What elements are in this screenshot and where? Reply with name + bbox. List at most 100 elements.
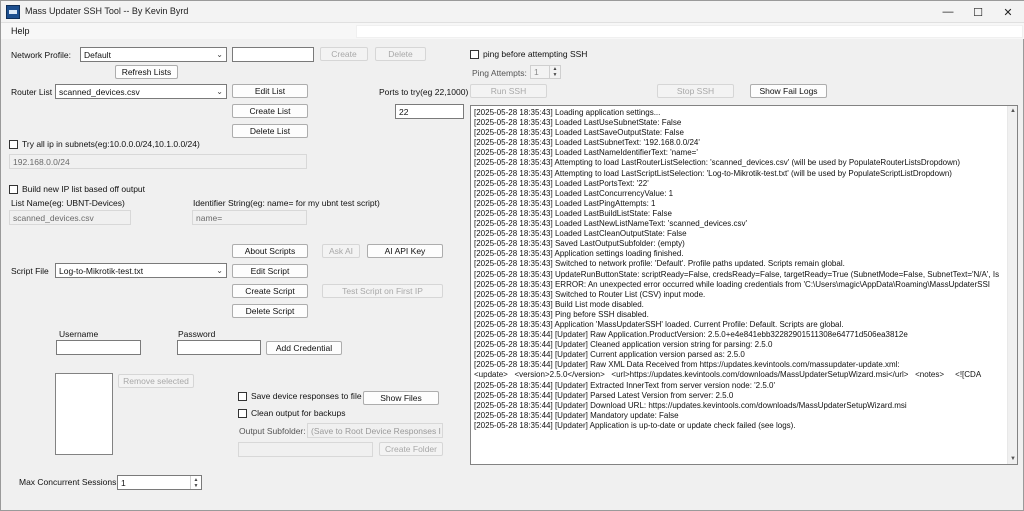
edit-list-button[interactable]: Edit List <box>232 84 308 98</box>
stepper-arrows-icon: ▲ ▼ <box>190 476 201 489</box>
chevron-down-icon: ⌄ <box>216 50 223 59</box>
build-list-checkbox-label: Build new IP list based off output <box>22 184 146 194</box>
log-line: [2025-05-28 18:35:43] Loaded LastBuildLi… <box>474 208 672 218</box>
ping-attempts-stepper[interactable]: 1 ▲ ▼ <box>530 65 561 79</box>
close-button[interactable]: ✕ <box>993 1 1023 23</box>
log-output[interactable]: [2025-05-28 18:35:43] Loading applicatio… <box>470 105 1018 465</box>
log-line: [2025-05-28 18:35:44] [Updater] Parsed L… <box>474 390 734 400</box>
log-line: [2025-05-28 18:35:43] Loading applicatio… <box>474 108 661 117</box>
log-line: <update> <version>2.5.0</version> <url>h… <box>474 370 982 380</box>
log-line: [2025-05-28 18:35:43] Build List mode di… <box>474 299 644 309</box>
log-line: [2025-05-28 18:35:43] Loaded LastNameIde… <box>474 148 698 158</box>
log-line: [2025-05-28 18:35:43] Application settin… <box>474 249 684 259</box>
list-name-input[interactable]: scanned_devices.csv <box>9 210 131 225</box>
clean-output-checkbox[interactable] <box>238 409 247 418</box>
show-files-button[interactable]: Show Files <box>363 391 439 405</box>
username-label: Username <box>59 329 99 339</box>
script-file-value: Log-to-Mikrotik-test.txt <box>59 265 144 276</box>
network-profile-value: Default <box>84 49 111 60</box>
log-line: [2025-05-28 18:35:44] [Updater] Download… <box>474 400 907 410</box>
log-line: [2025-05-28 18:35:43] Loaded LastNewList… <box>474 219 747 229</box>
identifier-input[interactable]: name= <box>192 210 307 225</box>
window-title: Mass Updater SSH Tool -- By Kevin Byrd <box>25 6 189 16</box>
log-line: [2025-05-28 18:35:44] [Updater] Raw Appl… <box>474 330 908 340</box>
log-line: [2025-05-28 18:35:43] Attempting to load… <box>474 168 952 178</box>
log-line: [2025-05-28 18:35:43] Application 'MassU… <box>474 319 844 329</box>
credentials-list[interactable] <box>55 373 113 455</box>
log-line: [2025-05-28 18:35:43] Switched to networ… <box>474 259 845 269</box>
remove-selected-button[interactable]: Remove selected <box>118 374 194 388</box>
log-line: [2025-05-28 18:35:43] Switched to Router… <box>474 289 706 299</box>
subnet-checkbox-label: Try all ip in subnets(eg:10.0.0.0/24,10.… <box>22 139 200 149</box>
log-line: [2025-05-28 18:35:44] [Updater] Mandator… <box>474 410 679 420</box>
router-list-value: scanned_devices.csv <box>59 86 140 97</box>
password-input[interactable] <box>177 340 261 355</box>
delete-list-button[interactable]: Delete List <box>232 124 308 138</box>
chevron-down-icon: ⌄ <box>216 266 223 275</box>
scroll-down-icon[interactable]: ▼ <box>1008 454 1017 464</box>
log-line: [2025-05-28 18:35:43] Loaded LastSubnetT… <box>474 138 700 148</box>
log-line: [2025-05-28 18:35:44] [Updater] Cleaned … <box>474 340 773 350</box>
delete-profile-button[interactable]: Delete <box>375 47 426 61</box>
max-concurrent-stepper[interactable]: 1 ▲ ▼ <box>117 475 202 490</box>
log-line: [2025-05-28 18:35:43] Loaded LastUseSubn… <box>474 118 682 128</box>
log-line: [2025-05-28 18:35:43] UpdateRunButtonSta… <box>474 269 1000 279</box>
log-line: [2025-05-28 18:35:43] Saved LastOutputSu… <box>474 239 685 249</box>
new-folder-input[interactable] <box>238 442 373 457</box>
save-responses-label: Save device responses to file <box>251 391 362 401</box>
log-line: [2025-05-28 18:35:44] [Updater] Raw XML … <box>474 360 900 370</box>
clean-output-label: Clean output for backups <box>251 408 346 418</box>
log-lines: [2025-05-28 18:35:43] Loading applicatio… <box>474 108 1005 431</box>
stop-ssh-button[interactable]: Stop SSH <box>657 84 734 98</box>
identifier-label: Identifier String(eg: name= for my ubnt … <box>193 198 380 208</box>
about-scripts-button[interactable]: About Scripts <box>232 244 308 258</box>
ping-attempts-label: Ping Attempts: <box>472 68 527 78</box>
build-list-checkbox[interactable] <box>9 185 18 194</box>
max-concurrent-value: 1 <box>121 477 126 488</box>
show-fail-logs-button[interactable]: Show Fail Logs <box>750 84 827 98</box>
log-line: [2025-05-28 18:35:43] Loaded LastConcurr… <box>474 188 674 198</box>
ping-attempts-value: 1 <box>534 67 539 77</box>
log-line: [2025-05-28 18:35:43] Attempting to load… <box>474 158 961 168</box>
log-line: [2025-05-28 18:35:43] Loaded LastPortsTe… <box>474 178 649 188</box>
output-subfolder-label: Output Subfolder: <box>239 426 306 436</box>
log-line: [2025-05-28 18:35:43] Loaded LastPingAtt… <box>474 198 656 208</box>
create-folder-button[interactable]: Create Folder <box>379 442 443 456</box>
menu-strip-field <box>356 25 1023 38</box>
add-credential-button[interactable]: Add Credential <box>266 341 342 355</box>
save-responses-checkbox[interactable] <box>238 392 247 401</box>
create-script-button[interactable]: Create Script <box>232 284 308 298</box>
ai-api-key-button[interactable]: AI API Key <box>367 244 443 258</box>
subnet-checkbox[interactable] <box>9 140 18 149</box>
edit-script-button[interactable]: Edit Script <box>232 264 308 278</box>
ask-ai-button[interactable]: Ask AI <box>322 244 360 258</box>
scroll-up-icon[interactable]: ▲ <box>1008 106 1017 116</box>
ping-checkbox[interactable] <box>470 50 479 59</box>
app-icon <box>6 5 20 19</box>
create-list-button[interactable]: Create List <box>232 104 308 118</box>
script-file-dropdown[interactable]: Log-to-Mikrotik-test.txt ⌄ <box>55 263 227 278</box>
profile-name-input[interactable] <box>232 47 314 62</box>
chevron-down-icon: ⌄ <box>216 87 223 96</box>
log-line: [2025-05-28 18:35:44] [Updater] Current … <box>474 350 745 360</box>
log-line: [2025-05-28 18:35:43] Ping before SSH di… <box>474 309 649 319</box>
minimize-button[interactable]: — <box>933 1 963 23</box>
refresh-lists-button[interactable]: Refresh Lists <box>115 65 178 79</box>
router-list-dropdown[interactable]: scanned_devices.csv ⌄ <box>55 84 227 99</box>
maximize-button[interactable]: ☐ <box>963 1 993 23</box>
test-script-button[interactable]: Test Script on First IP <box>322 284 443 298</box>
password-label: Password <box>178 329 216 339</box>
network-profile-label: Network Profile: <box>11 50 71 60</box>
log-scrollbar[interactable]: ▲ ▼ <box>1007 106 1017 464</box>
ports-input[interactable]: 22 <box>395 104 464 119</box>
delete-script-button[interactable]: Delete Script <box>232 304 308 318</box>
create-profile-button[interactable]: Create <box>320 47 368 61</box>
menu-help[interactable]: Help <box>11 26 30 36</box>
output-subfolder-dropdown[interactable]: (Save to Root Device Responses I⌄ <box>307 423 443 438</box>
run-ssh-button[interactable]: Run SSH <box>470 84 547 98</box>
network-profile-dropdown[interactable]: Default ⌄ <box>80 47 227 62</box>
subnet-input[interactable]: 192.168.0.0/24 <box>9 154 307 169</box>
log-line: [2025-05-28 18:35:43] ERROR: An unexpect… <box>474 279 991 289</box>
chevron-down-icon: ⌄ <box>441 426 442 435</box>
username-input[interactable] <box>56 340 141 355</box>
